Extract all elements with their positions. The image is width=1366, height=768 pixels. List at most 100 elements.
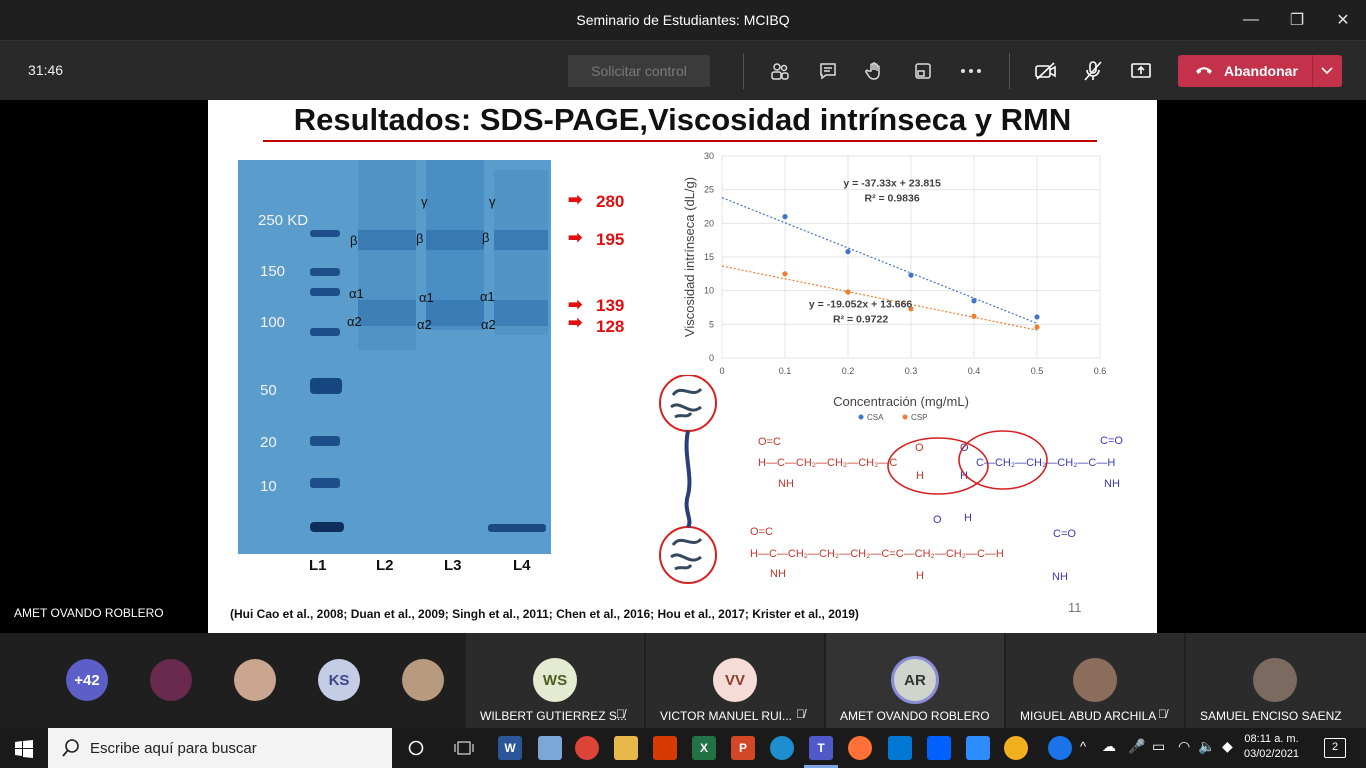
alpha1-label: α1 — [349, 286, 364, 301]
participant-tile[interactable]: VV VICTOR MANUEL RUI... 🎙̸ — [646, 633, 824, 728]
alpha2-label: α2 — [347, 314, 362, 329]
atom-label: NH — [778, 478, 794, 490]
chevron-down-icon[interactable] — [1320, 64, 1334, 78]
restore-button[interactable]: ❐ — [1274, 0, 1320, 40]
alpha2-label: α2 — [481, 317, 496, 332]
x-tick-label: 0.1 — [779, 366, 792, 376]
onedrive-icon[interactable]: ☁ — [1102, 738, 1116, 755]
chevron-up-icon[interactable]: ^ — [1080, 739, 1086, 754]
r-squared-label: R² = 0.9722 — [833, 314, 888, 326]
mw-value: 139 — [596, 296, 625, 315]
dropbox-tray-icon[interactable]: ◆ — [1222, 738, 1233, 755]
participant-tile-active[interactable]: AR AMET OVANDO ROBLERO — [826, 633, 1004, 728]
mic-off-icon: 🎙̸ — [616, 707, 625, 721]
teams-app-icon[interactable]: T — [809, 736, 833, 760]
share-screen-icon[interactable] — [1129, 59, 1153, 83]
participant-tile[interactable]: SAMUEL ENCISO SAENZ — [1186, 633, 1366, 728]
microphone-icon[interactable]: 🎤 — [1128, 738, 1145, 755]
lane-label: L2 — [376, 557, 394, 574]
slide-title: Resultados: SDS-PAGE,Viscosidad intrínse… — [293, 102, 1072, 137]
avatar — [1073, 658, 1117, 702]
y-tick-label: 20 — [704, 218, 714, 228]
paint-app-icon[interactable] — [538, 736, 562, 760]
atom-label: O — [933, 514, 942, 526]
battery-icon[interactable]: ▭ — [1152, 738, 1165, 755]
wifi-icon[interactable]: ◠ — [1178, 738, 1190, 755]
overflow-participants[interactable]: +42 — [66, 659, 108, 701]
weather-icon[interactable] — [1004, 736, 1028, 760]
raise-hand-icon[interactable] — [863, 59, 887, 83]
atom-label: O — [915, 442, 924, 454]
avatar — [1253, 658, 1297, 702]
volume-icon[interactable]: 🔈 — [1198, 738, 1215, 755]
file-explorer-icon[interactable] — [614, 736, 638, 760]
breakout-icon[interactable] — [911, 59, 935, 83]
avatar[interactable] — [402, 659, 444, 701]
taskbar-search-input[interactable]: Escribe aquí para buscar — [48, 728, 392, 768]
zoom-app-icon[interactable] — [966, 736, 990, 760]
chrome-app-icon[interactable] — [575, 736, 599, 760]
task-view-icon[interactable] — [454, 740, 474, 756]
participants-icon[interactable] — [768, 59, 792, 83]
arrow-icon: ➡ — [568, 313, 583, 332]
excel-app-icon[interactable]: X — [692, 736, 716, 760]
data-point — [1034, 314, 1040, 320]
participant-tile[interactable]: MIGUEL ABUD ARCHILA 🎙̸ — [1006, 633, 1184, 728]
participant-tile[interactable]: WS WILBERT GUTIERREZ S... 🎙̸ — [466, 633, 644, 728]
alpha1-label: α1 — [480, 289, 495, 304]
mic-off-icon[interactable] — [1081, 59, 1105, 83]
participant-name: SAMUEL ENCISO SAENZ — [1200, 709, 1342, 723]
slide-page-number: 11 — [1068, 600, 1082, 615]
minimize-button[interactable]: — — [1228, 0, 1274, 40]
avatar[interactable] — [234, 659, 276, 701]
mw-label: 50 — [260, 382, 277, 399]
data-point — [908, 272, 914, 278]
request-control-button[interactable]: Solicitar control — [568, 55, 710, 87]
chain-label: H—C—CH₂—CH₂—CH₂—C — [758, 457, 897, 469]
lane-label: L1 — [309, 557, 327, 574]
windows-taskbar: Escribe aquí para buscar W X P T ^ ☁ 🎤 ▭… — [0, 728, 1366, 768]
lane-label: L4 — [513, 557, 531, 574]
windows-start-icon[interactable] — [15, 740, 33, 758]
help-icon[interactable] — [1048, 736, 1072, 760]
office-app-icon[interactable] — [653, 736, 677, 760]
chemical-structures: O=CH—C—CH₂—CH₂—CH₂—CNHOHOHC—CH₂—CH₂—CH₂—… — [750, 430, 1123, 583]
mail-app-icon[interactable] — [888, 736, 912, 760]
x-axis-label: Concentración (mg/mL) — [833, 394, 969, 409]
chat-icon[interactable] — [816, 59, 840, 83]
highlight-circle — [887, 437, 989, 495]
viscosity-chart: 0510152025300 0.1 0.2 0.3 0.4 0.5 0.6Viscosida… — [682, 151, 1106, 422]
dropbox-app-icon[interactable] — [927, 736, 951, 760]
window-titlebar: Seminario de Estudiantes: MCIBQ — ❐ ✕ — [0, 0, 1366, 40]
arrow-icon: ➡ — [568, 295, 583, 314]
close-window-button[interactable]: ✕ — [1320, 0, 1366, 40]
word-app-icon[interactable]: W — [498, 736, 522, 760]
firefox-app-icon[interactable] — [848, 736, 872, 760]
system-clock[interactable]: 08:11 a. m. 03/02/2021 — [1244, 732, 1299, 762]
camera-off-icon[interactable] — [1034, 59, 1058, 83]
mw-label: 150 — [260, 263, 286, 280]
edge-app-icon[interactable] — [770, 736, 794, 760]
powerpoint-app-icon[interactable]: P — [731, 736, 755, 760]
r-squared-label: R² = 0.9836 — [865, 192, 920, 204]
avatar: AR — [891, 656, 939, 704]
atom-label: H — [964, 512, 972, 524]
more-actions-icon[interactable] — [959, 59, 983, 83]
clock-time: 08:11 a. m. — [1244, 733, 1299, 745]
y-tick-label: 10 — [704, 286, 714, 296]
participant-name: MIGUEL ABUD ARCHILA — [1020, 709, 1157, 723]
atom-label: NH — [770, 568, 786, 580]
x-tick-label: 0.2 — [842, 366, 855, 376]
protein-chain-illustration — [659, 375, 717, 584]
avatar[interactable] — [150, 659, 192, 701]
trendline-equation: y = -19.052x + 13.666 — [809, 299, 912, 311]
avatar[interactable]: KS — [318, 659, 360, 701]
notifications-button[interactable]: 2 — [1324, 738, 1346, 758]
meeting-toolbar: 31:46 Solicitar control Abandonar — [0, 40, 1366, 100]
alpha1-label: α1 — [419, 290, 434, 305]
mw-label: 100 — [260, 314, 286, 331]
beta-label: β — [482, 230, 490, 245]
cortana-icon[interactable] — [408, 740, 424, 756]
leave-button[interactable]: Abandonar — [1178, 55, 1342, 87]
mw-value: 280 — [596, 192, 625, 211]
